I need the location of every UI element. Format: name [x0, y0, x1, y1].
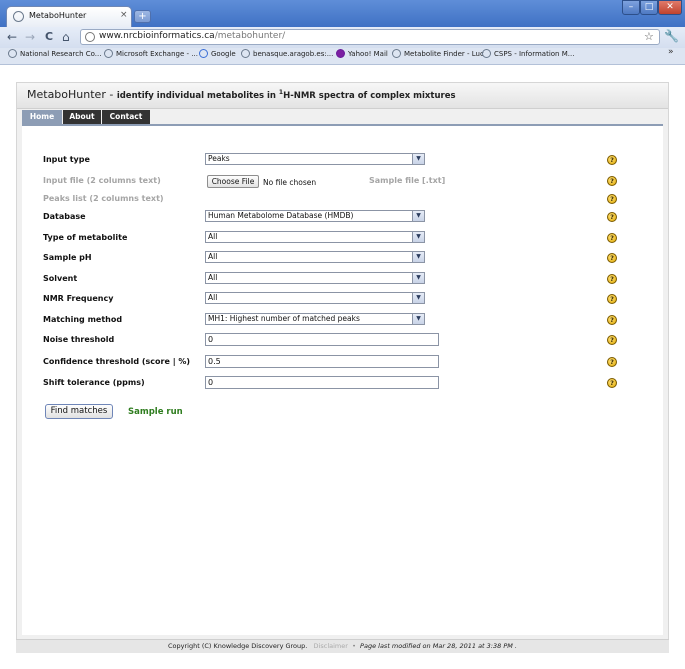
nmr-frequency-select[interactable]: All ▼: [205, 292, 425, 304]
help-icon[interactable]: ?: [607, 294, 617, 304]
database-label: Database: [43, 212, 86, 221]
metabolite-type-select[interactable]: All ▼: [205, 231, 425, 243]
footer-modified: Page last modified on Mar 28, 2011 at 3:…: [360, 642, 517, 650]
page-footer: Copyright (C) Knowledge Discovery Group.…: [16, 639, 669, 653]
help-icon[interactable]: ?: [607, 315, 617, 325]
site-tagline: identify individual metabolites in 1H-NM…: [116, 89, 456, 101]
site-title: MetaboHunter - identify individual metab…: [27, 88, 456, 101]
bookmark-item[interactable]: National Research Co...: [20, 50, 101, 58]
help-icon[interactable]: ?: [607, 233, 617, 243]
bookmarks-overflow-icon[interactable]: »: [668, 47, 674, 57]
shift-tolerance-label: Shift tolerance (ppms): [43, 378, 145, 387]
noise-threshold-label: Noise threshold: [43, 335, 115, 344]
help-icon[interactable]: ?: [607, 378, 617, 388]
chevron-down-icon: ▼: [412, 211, 424, 221]
input-type-label: Input type: [43, 155, 90, 164]
help-icon[interactable]: ?: [607, 357, 617, 367]
nmr-frequency-label: NMR Frequency: [43, 294, 114, 303]
help-icon[interactable]: ?: [607, 176, 617, 186]
help-icon[interactable]: ?: [607, 155, 617, 165]
chevron-down-icon: ▼: [412, 232, 424, 242]
choose-file-button[interactable]: Choose File: [207, 175, 259, 188]
help-icon[interactable]: ?: [607, 335, 617, 345]
bookmark-item[interactable]: Yahoo! Mail: [348, 50, 388, 58]
globe-icon: [482, 49, 491, 58]
globe-icon: [104, 49, 113, 58]
sample-ph-select[interactable]: All ▼: [205, 251, 425, 263]
help-icon[interactable]: ?: [607, 274, 617, 284]
sample-run-link[interactable]: Sample run: [128, 407, 183, 417]
globe-icon: [392, 49, 401, 58]
browser-tab[interactable]: MetaboHunter ×: [6, 6, 132, 27]
address-url: www.nrcbioinformatics.ca/metabohunter/: [99, 31, 286, 41]
wrench-icon[interactable]: 🔧: [664, 29, 679, 43]
solvent-select[interactable]: All ▼: [205, 272, 425, 284]
solvent-label: Solvent: [43, 274, 78, 283]
close-window-button[interactable]: ✕: [658, 0, 682, 15]
back-icon[interactable]: ←: [7, 30, 17, 44]
footer-copyright: Copyright (C) Knowledge Discovery Group.: [168, 642, 308, 650]
chevron-down-icon: ▼: [412, 154, 424, 164]
brand-name: MetaboHunter: [27, 88, 106, 101]
address-bar[interactable]: www.nrcbioinformatics.ca/metabohunter/ ☆: [80, 29, 660, 45]
file-status-text: No file chosen: [263, 178, 317, 187]
matching-method-label: Matching method: [43, 315, 123, 324]
tab-about[interactable]: About: [63, 110, 101, 124]
bookmark-star-icon[interactable]: ☆: [644, 30, 654, 43]
bookmark-item[interactable]: Metabolite Finder - Luc: [404, 50, 484, 58]
tab-home[interactable]: Home: [22, 110, 62, 124]
forward-icon[interactable]: →: [25, 30, 35, 44]
google-icon: [199, 49, 208, 58]
confidence-threshold-input[interactable]: 0.5: [205, 355, 439, 368]
maximize-button[interactable]: □: [640, 0, 658, 15]
bookmark-item[interactable]: CSPS - Information M...: [494, 50, 574, 58]
input-type-select[interactable]: Peaks ▼: [205, 153, 425, 165]
globe-icon: [241, 49, 250, 58]
tab-close-icon[interactable]: ×: [120, 10, 128, 20]
find-matches-button[interactable]: Find matches: [45, 404, 113, 419]
help-icon[interactable]: ?: [607, 253, 617, 263]
noise-threshold-input[interactable]: 0: [205, 333, 439, 346]
new-tab-button[interactable]: +: [134, 10, 151, 23]
tab-title: MetaboHunter: [29, 11, 87, 20]
disclaimer-link[interactable]: Disclaimer: [314, 642, 348, 650]
help-icon[interactable]: ?: [607, 212, 617, 222]
home-icon[interactable]: ⌂: [62, 30, 70, 44]
globe-icon: [85, 32, 95, 42]
help-icon[interactable]: ?: [607, 194, 617, 204]
globe-icon: [8, 49, 17, 58]
yahoo-icon: [336, 49, 345, 58]
input-file-label: Input file (2 columns text): [43, 176, 161, 185]
database-select[interactable]: Human Metabolome Database (HMDB) ▼: [205, 210, 425, 222]
peaks-list-label: Peaks list (2 columns text): [43, 194, 164, 203]
footer-separator: •: [352, 642, 356, 650]
reload-icon[interactable]: C: [45, 30, 53, 43]
chevron-down-icon: ▼: [412, 293, 424, 303]
shift-tolerance-input[interactable]: 0: [205, 376, 439, 389]
chevron-down-icon: ▼: [412, 314, 424, 324]
chevron-down-icon: ▼: [412, 273, 424, 283]
minimize-button[interactable]: –: [622, 0, 640, 15]
sample-ph-label: Sample pH: [43, 253, 92, 262]
confidence-threshold-label: Confidence threshold (score | %): [43, 357, 191, 366]
bookmark-item[interactable]: Microsoft Exchange - ...: [116, 50, 198, 58]
metabolite-type-label: Type of metabolite: [43, 233, 128, 242]
bookmark-item[interactable]: benasque.aragob.es:...: [253, 50, 333, 58]
chevron-down-icon: ▼: [412, 252, 424, 262]
sample-file-link[interactable]: Sample file [.txt]: [369, 176, 445, 185]
bookmark-item[interactable]: Google: [211, 50, 236, 58]
matching-method-select[interactable]: MH1: Highest number of matched peaks ▼: [205, 313, 425, 325]
favicon-icon: [13, 11, 24, 22]
tab-contact[interactable]: Contact: [102, 110, 150, 124]
